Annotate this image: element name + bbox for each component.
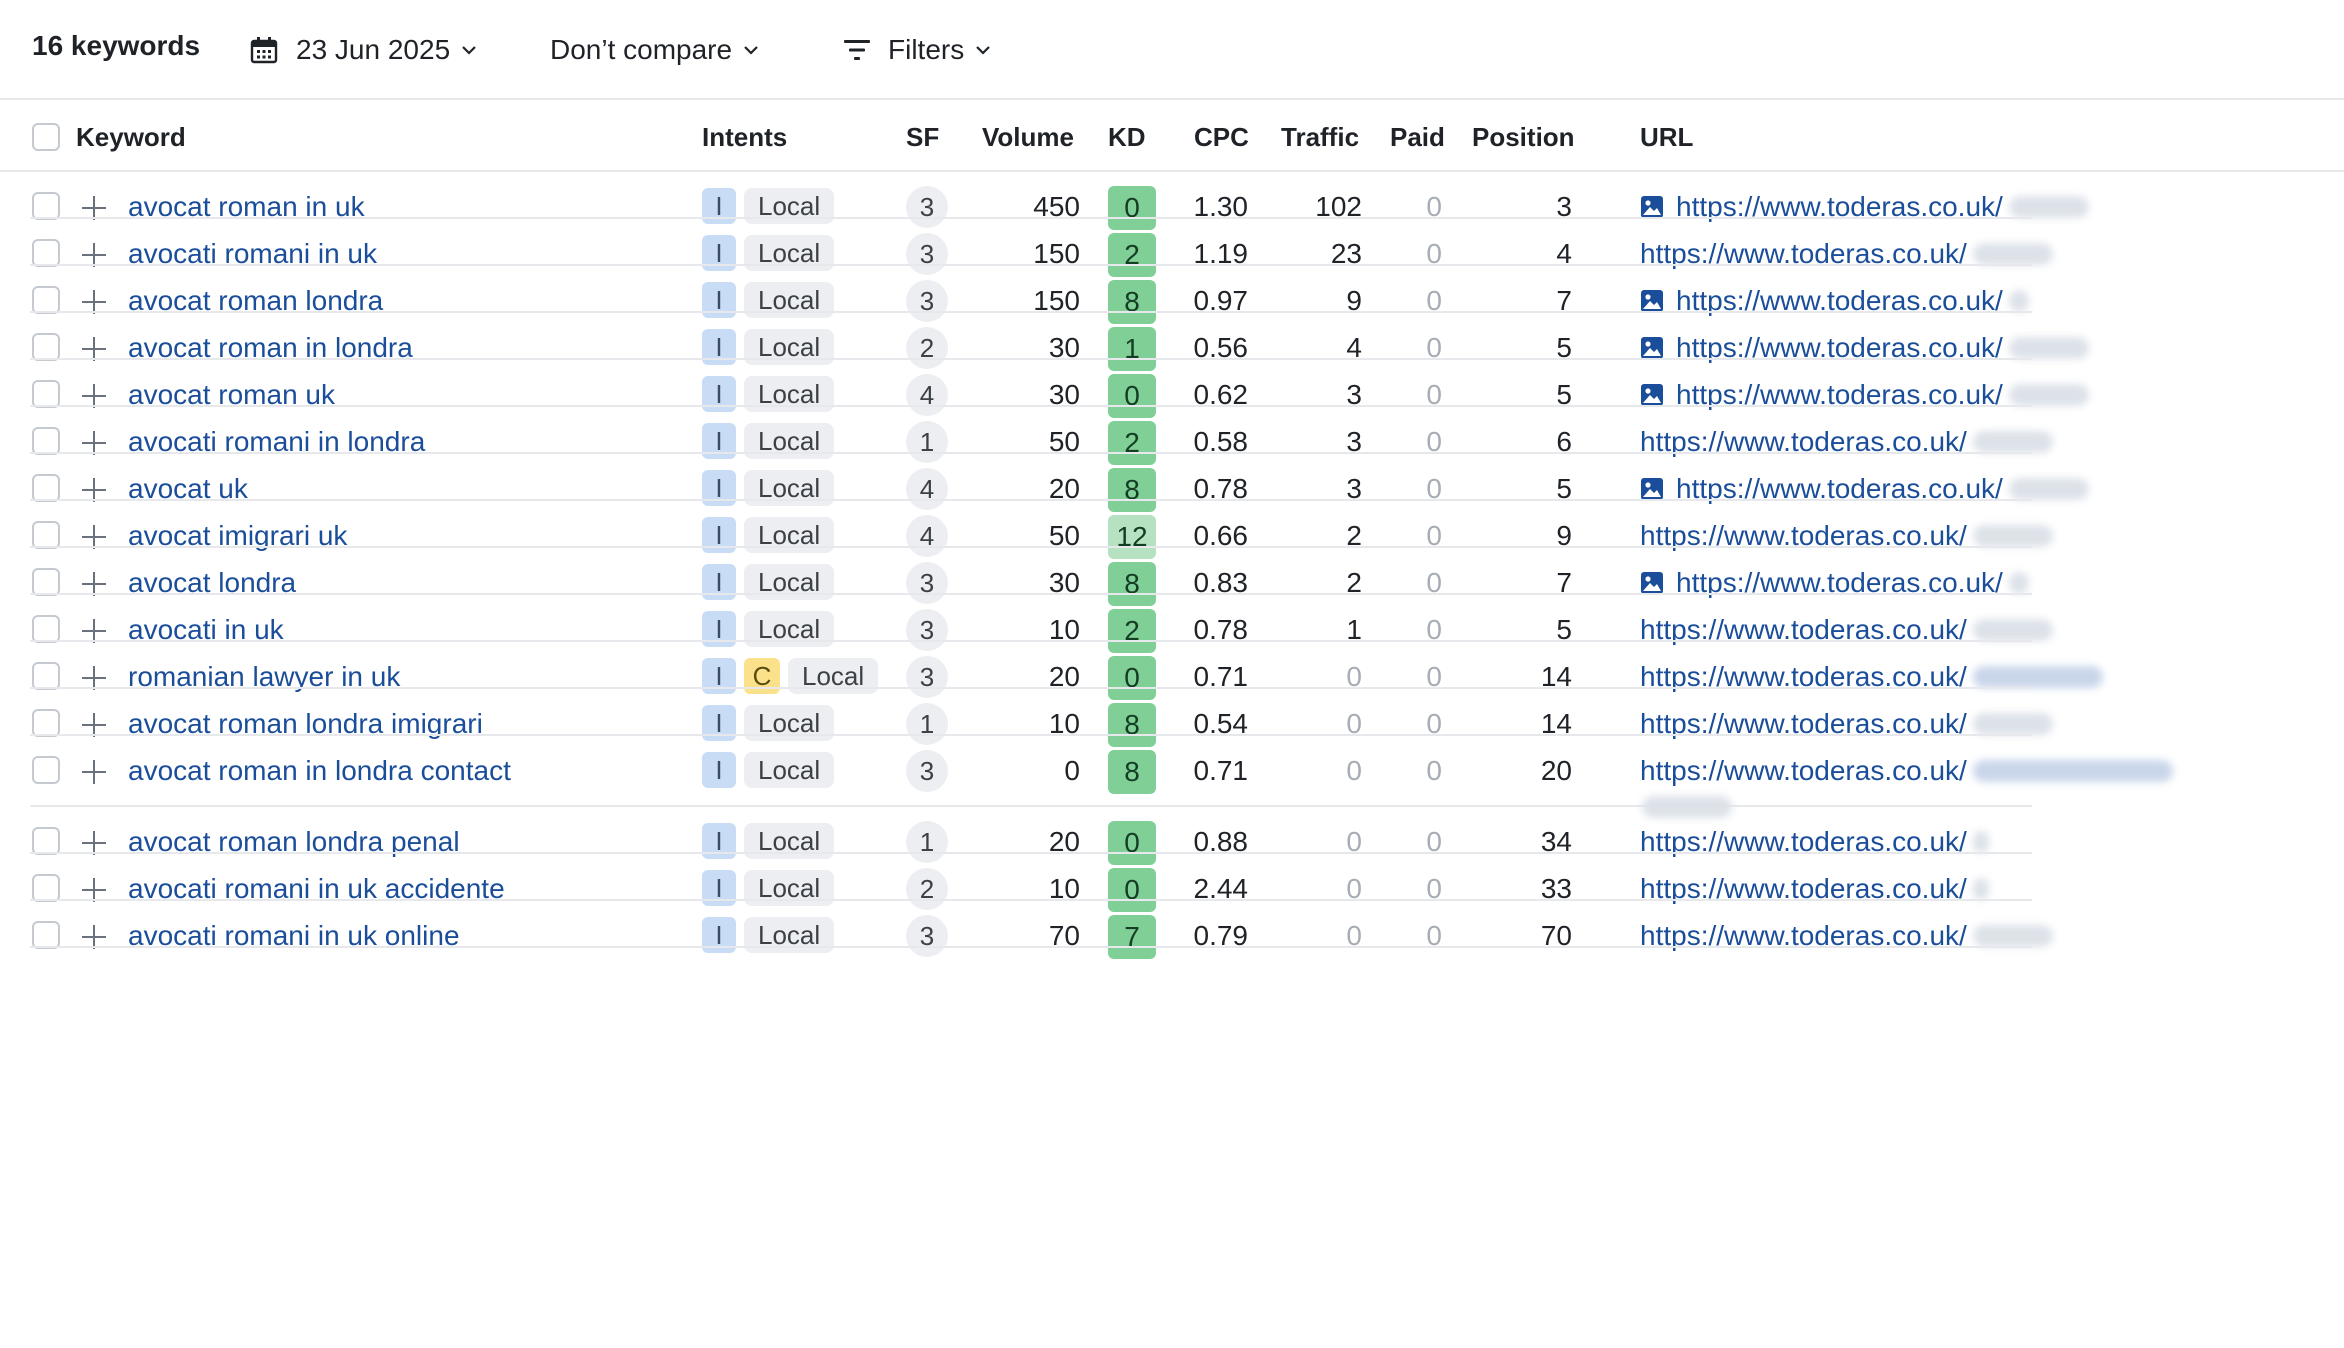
keyword-link[interactable]: avocat roman in londra contact [128, 754, 511, 788]
row-checkbox[interactable] [32, 615, 60, 643]
table-row: avocat roman londra imigrari I Local 1 10… [0, 689, 2344, 747]
image-icon [1641, 478, 1663, 500]
table-header: Keyword Intents SF Volume KD CPC Traffic… [0, 102, 2344, 172]
column-sf[interactable]: SF [906, 122, 939, 152]
calendar-icon [250, 37, 278, 64]
column-cpc[interactable]: CPC [1194, 122, 1249, 152]
column-volume[interactable]: Volume [982, 122, 1074, 152]
redacted-url-path [1972, 431, 2053, 453]
table-row: avocat roman in uk I Local 3 450 0 1.30 1… [0, 172, 2344, 230]
row-checkbox[interactable] [32, 827, 60, 855]
sf-badge[interactable]: 3 [906, 750, 948, 792]
toolbar: 16 keywords 23 Jun 2025 Don’t compare Fi… [0, 0, 2344, 100]
redacted-url-path [1972, 831, 1989, 853]
select-all-checkbox[interactable] [32, 123, 60, 151]
redacted-url-path [2008, 196, 2089, 218]
row-checkbox[interactable] [32, 662, 60, 690]
redacted-url-path [2008, 478, 2089, 500]
column-url[interactable]: URL [1640, 122, 1693, 152]
row-checkbox[interactable] [32, 756, 60, 784]
row-checkbox[interactable] [32, 874, 60, 902]
table-row: avocat roman londra I Local 3 150 8 0.97 … [0, 266, 2344, 324]
table-row: avocat roman uk I Local 4 30 0 0.62 3 0 5… [0, 360, 2344, 418]
column-intents[interactable]: Intents [702, 122, 787, 152]
compare-label: Don’t compare [550, 34, 733, 65]
cpc-value: 0.71 [1193, 755, 1249, 786]
table-row: romanian lawyer in uk I C Local 3 20 0 0.7… [0, 642, 2344, 700]
row-checkbox[interactable] [32, 474, 60, 502]
position-value: 20 [1540, 755, 1572, 786]
table-row: avocat roman londra penal I Local 1 20 0 … [0, 807, 2344, 865]
url-cell: https://www.toderas.co.uk/ [1640, 754, 2173, 788]
table-row: avocat roman in londra contact I Local 3 … [0, 736, 2344, 818]
filter-icon [844, 40, 870, 60]
redacted-url-path [1972, 525, 2053, 547]
column-traffic[interactable]: Traffic [1281, 122, 1359, 152]
table-row: avocati romani in uk accidente I Local 2 … [0, 854, 2344, 912]
image-icon [1641, 290, 1663, 312]
redacted-url-path [1972, 243, 2053, 265]
row-divider [30, 946, 2032, 948]
table-row: avocat imigrari uk I Local 4 50 12 0.66 2… [0, 501, 2344, 559]
chevron-down-icon [462, 46, 476, 55]
row-checkbox[interactable] [32, 568, 60, 596]
image-icon [1641, 337, 1663, 359]
redacted-url-path [1972, 760, 2173, 782]
filters-dropdown[interactable]: Filters [844, 28, 992, 72]
row-checkbox[interactable] [32, 333, 60, 361]
redacted-url-path [1972, 713, 2053, 735]
paid-value: 0 [1426, 755, 1442, 786]
row-checkbox[interactable] [32, 709, 60, 737]
redacted-url-path [1972, 925, 2053, 947]
date-picker[interactable]: 23 Jun 2025 [250, 28, 478, 72]
redacted-url-path [2008, 337, 2089, 359]
compare-dropdown[interactable]: Don’t compare [550, 28, 760, 72]
chevron-down-icon [744, 46, 758, 55]
redacted-url-path [1972, 666, 2103, 688]
row-checkbox[interactable] [32, 380, 60, 408]
column-keyword[interactable]: Keyword [76, 122, 186, 152]
image-icon [1641, 196, 1663, 218]
kd-badge: 8 [1108, 750, 1156, 794]
table-row: avocat roman in londra I Local 2 30 1 0.5… [0, 313, 2344, 371]
image-icon [1641, 572, 1663, 594]
table-row: avocati romani in londra I Local 1 50 2 0… [0, 407, 2344, 465]
column-position[interactable]: Position [1472, 122, 1575, 152]
row-checkbox[interactable] [32, 192, 60, 220]
volume-value: 0 [1064, 755, 1080, 786]
redacted-url-path [2008, 290, 2029, 312]
table-row: avocati in uk I Local 3 10 2 0.78 1 0 5 h… [0, 595, 2344, 653]
traffic-value: 0 [1346, 755, 1362, 786]
image-icon [1641, 384, 1663, 406]
table-row: avocat londra I Local 3 30 8 0.83 2 0 7 h… [0, 548, 2344, 606]
filters-label: Filters [888, 34, 965, 65]
row-checkbox[interactable] [32, 521, 60, 549]
row-checkbox[interactable] [32, 286, 60, 314]
row-checkbox[interactable] [32, 921, 60, 949]
add-keyword-icon[interactable] [80, 758, 108, 786]
chevron-down-icon [976, 46, 991, 55]
table-row: avocati romani in uk I Local 3 150 2 1.19… [0, 219, 2344, 277]
row-checkbox[interactable] [32, 427, 60, 455]
keyword-count: 16 keywords [32, 30, 201, 61]
redacted-url-path [2008, 384, 2089, 406]
date-label: 23 Jun 2025 [296, 34, 451, 65]
redacted-url-path [1972, 619, 2053, 641]
table-row: avocat uk I Local 4 20 8 0.78 3 0 5 https… [0, 454, 2344, 512]
intent-local-badge: Local [744, 752, 835, 788]
column-kd[interactable]: KD [1108, 122, 1146, 152]
table-row: avocati romani in uk online I Local 3 70 … [0, 901, 2344, 959]
redacted-url-path [1972, 878, 1989, 900]
intents-cell: I Local [702, 752, 835, 788]
column-paid[interactable]: Paid [1390, 122, 1445, 152]
kd-badge: 7 [1108, 915, 1156, 959]
sf-badge[interactable]: 3 [906, 915, 948, 957]
redacted-url-path [2008, 572, 2029, 594]
row-checkbox[interactable] [32, 239, 60, 267]
url-link[interactable]: https://www.toderas.co.uk/ [1640, 754, 1967, 788]
intent-informational-badge: I [702, 752, 736, 788]
